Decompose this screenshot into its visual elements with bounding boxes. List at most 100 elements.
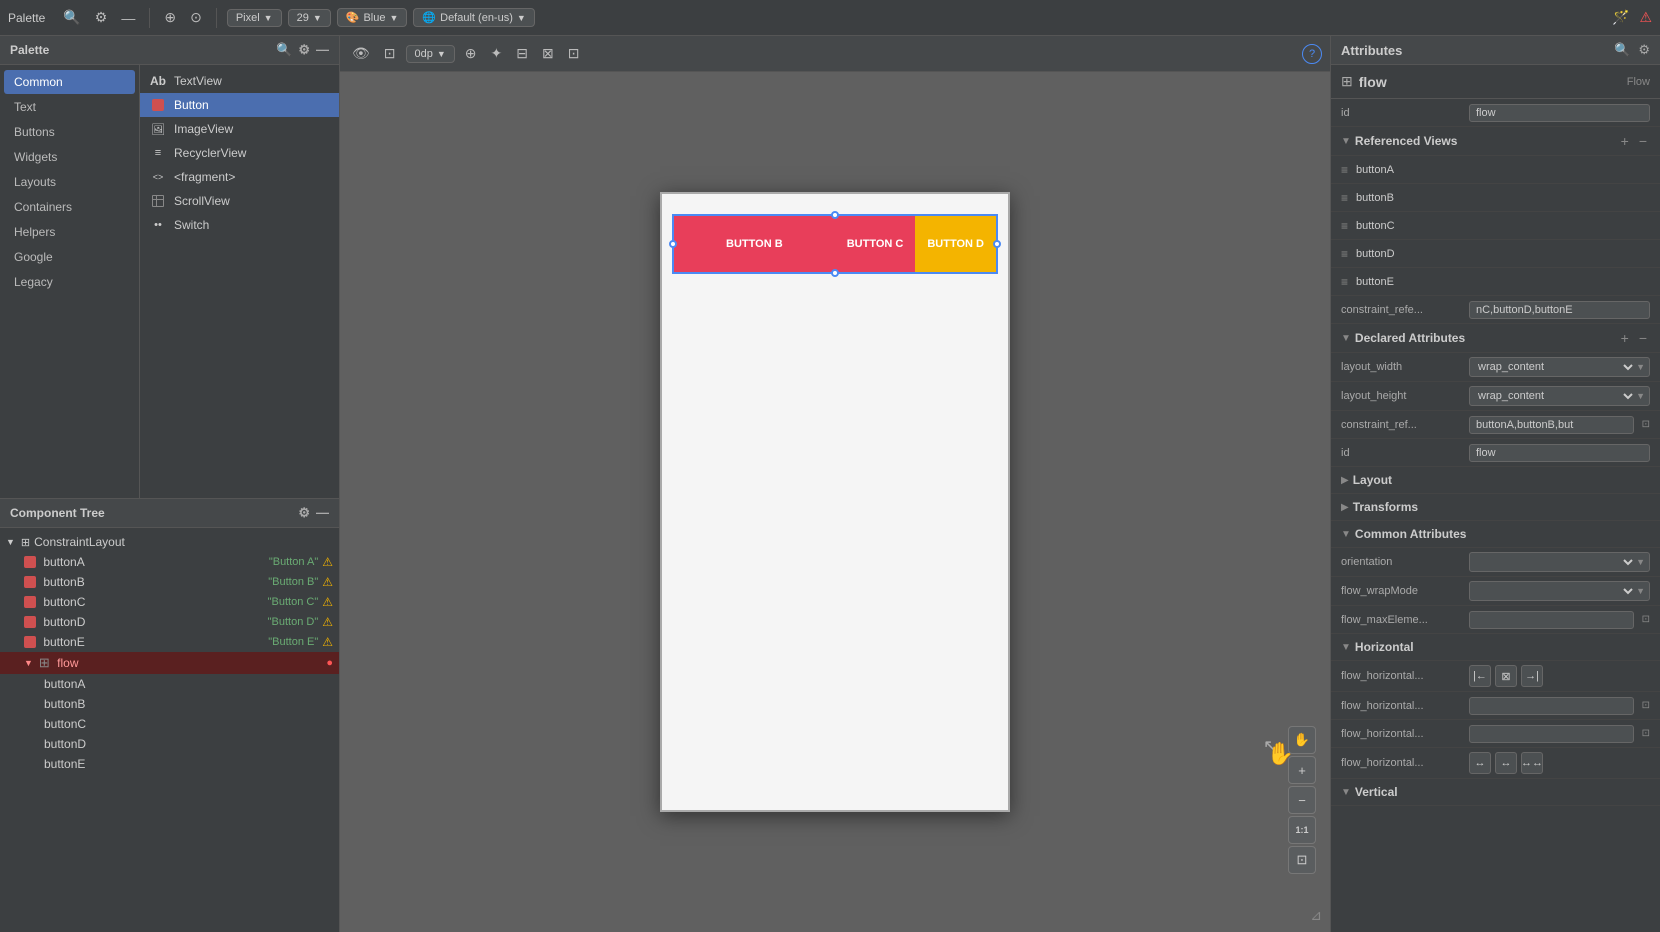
layout-width-select[interactable]: wrap_content match_parent match_constrai…: [1474, 360, 1636, 374]
search-btn[interactable]: 🔍: [59, 7, 84, 28]
canvas-tool2-btn[interactable]: ✦: [487, 43, 507, 64]
minimize-btn[interactable]: —: [117, 8, 139, 28]
common-attrs-section-header[interactable]: ▼ Common Attributes: [1331, 521, 1660, 548]
tree-constraint-layout[interactable]: ▼ ⊞ ConstraintLayout: [0, 532, 339, 552]
canvas-area[interactable]: BUTTON B BUTTON C BUTTON D ✋ + − 1:1 ⊡ ↖…: [340, 72, 1330, 932]
handle-top[interactable]: [831, 211, 839, 219]
tree-buttonD[interactable]: buttonD "Button D" ⚠: [0, 612, 339, 632]
orientation-select[interactable]: horizontal vertical: [1474, 555, 1636, 569]
select-btn[interactable]: ⊙: [186, 7, 206, 28]
layout-height-select-wrapper[interactable]: wrap_content match_parent ▼: [1469, 386, 1650, 406]
tree-flow-buttonC[interactable]: buttonC: [0, 714, 339, 734]
flow-maxeleme-expand[interactable]: ⊡: [1642, 614, 1650, 625]
tree-buttonE[interactable]: buttonE "Button E" ⚠: [0, 632, 339, 652]
canvas-tool5-btn[interactable]: ⊡: [564, 43, 584, 64]
orientation-select-wrapper[interactable]: horizontal vertical ▼: [1469, 552, 1650, 572]
palette-item-textview[interactable]: Ab TextView: [140, 69, 339, 93]
button-d[interactable]: BUTTON D: [915, 216, 996, 272]
category-legacy[interactable]: Legacy: [4, 270, 135, 294]
horiz-chain-packed-btn[interactable]: ↔↔: [1521, 752, 1543, 774]
tree-flow[interactable]: ▼ ⊞ flow ●: [0, 652, 339, 674]
layout-section-header[interactable]: ▶ Layout: [1331, 467, 1660, 494]
flow-wrapmode-select-wrapper[interactable]: none chain aligned ▼: [1469, 581, 1650, 601]
resize-handle[interactable]: ⊿: [1310, 907, 1322, 924]
canvas-tool1-btn[interactable]: ⊕: [461, 43, 481, 64]
decl-constraint-ref-expand[interactable]: ⊡: [1642, 419, 1650, 430]
declared-attrs-header[interactable]: ▼ Declared Attributes + −: [1331, 324, 1660, 353]
attr-id-input[interactable]: [1469, 104, 1650, 122]
tree-flow-buttonD[interactable]: buttonD: [0, 734, 339, 754]
canvas-dp-selector[interactable]: 0dp ▼: [406, 45, 455, 63]
horiz-chain-spread-inside-btn[interactable]: ↔: [1495, 752, 1517, 774]
referenced-views-header[interactable]: ▼ Referenced Views + −: [1331, 127, 1660, 156]
fit-ratio-btn[interactable]: 1:1: [1288, 816, 1316, 844]
canvas-help-btn[interactable]: ?: [1302, 44, 1322, 64]
declared-attrs-add-icon[interactable]: +: [1618, 330, 1632, 346]
handle-right[interactable]: [993, 240, 1001, 248]
flow-horiz-bias-input[interactable]: [1469, 697, 1634, 715]
tree-flow-buttonB[interactable]: buttonB: [0, 694, 339, 714]
category-layouts[interactable]: Layouts: [4, 170, 135, 194]
flow-wrapmode-select[interactable]: none chain aligned: [1474, 584, 1636, 598]
locale-selector[interactable]: 🌐 Default (en-us) ▼: [413, 8, 534, 27]
button-c[interactable]: BUTTON C: [835, 216, 916, 272]
canvas-eye-btn[interactable]: 👁: [348, 43, 374, 64]
category-buttons[interactable]: Buttons: [4, 120, 135, 144]
horiz-chain-spread-btn[interactable]: ↔: [1469, 752, 1491, 774]
category-helpers[interactable]: Helpers: [4, 220, 135, 244]
ref-views-remove-icon[interactable]: −: [1636, 133, 1650, 149]
palette-item-recyclerview[interactable]: ≡ RecyclerView: [140, 141, 339, 165]
layers-btn[interactable]: ⊕: [160, 7, 180, 28]
palette-search-icon[interactable]: 🔍: [276, 42, 292, 58]
decl-id-input[interactable]: [1469, 444, 1650, 462]
category-text[interactable]: Text: [4, 95, 135, 119]
tree-buttonA[interactable]: buttonA "Button A" ⚠: [0, 552, 339, 572]
button-b[interactable]: BUTTON B: [674, 216, 835, 272]
palette-item-button[interactable]: Button: [140, 93, 339, 117]
zoom-selector[interactable]: 29 ▼: [288, 9, 331, 27]
category-common[interactable]: Common: [4, 70, 135, 94]
palette-minimize-icon[interactable]: —: [316, 42, 329, 58]
pixel-selector[interactable]: Pixel ▼: [227, 9, 282, 27]
canvas-blueprint-btn[interactable]: ⊡: [380, 43, 400, 64]
tree-flow-buttonE[interactable]: buttonE: [0, 754, 339, 774]
tree-flow-buttonA[interactable]: buttonA: [0, 674, 339, 694]
tree-settings-icon[interactable]: ⚙: [298, 505, 310, 521]
attributes-search-icon[interactable]: 🔍: [1614, 42, 1630, 58]
settings-btn[interactable]: ⚙: [91, 7, 112, 28]
palette-item-scrollview[interactable]: ScrollView: [140, 189, 339, 213]
canvas-tool4-btn[interactable]: ⊠: [538, 43, 558, 64]
expand-btn[interactable]: ⊡: [1288, 846, 1316, 874]
canvas-tool3-btn[interactable]: ⊟: [512, 43, 532, 64]
ref-views-add-icon[interactable]: +: [1618, 133, 1632, 149]
palette-item-switch[interactable]: •• Switch: [140, 213, 339, 237]
declared-attrs-remove-icon[interactable]: −: [1636, 330, 1650, 346]
layout-height-select[interactable]: wrap_content match_parent: [1474, 389, 1636, 403]
attributes-settings-icon[interactable]: ⚙: [1638, 42, 1650, 58]
palette-item-imageview[interactable]: 🖼 ImageView: [140, 117, 339, 141]
category-widgets[interactable]: Widgets: [4, 145, 135, 169]
flow-horiz-gap-input[interactable]: [1469, 725, 1634, 743]
tree-buttonB[interactable]: buttonB "Button B" ⚠: [0, 572, 339, 592]
category-google[interactable]: Google: [4, 245, 135, 269]
flow-maxeleme-input[interactable]: [1469, 611, 1634, 629]
vertical-section-header[interactable]: ▼ Vertical: [1331, 779, 1660, 806]
palette-item-fragment[interactable]: <> <fragment>: [140, 165, 339, 189]
transforms-section-header[interactable]: ▶ Transforms: [1331, 494, 1660, 521]
flow-horiz-bias-expand[interactable]: ⊡: [1642, 700, 1650, 711]
flow-widget[interactable]: BUTTON B BUTTON C BUTTON D: [672, 214, 998, 274]
handle-bottom[interactable]: [831, 269, 839, 277]
theme-selector[interactable]: 🎨 Blue ▼: [337, 8, 408, 27]
decl-constraint-ref-input[interactable]: [1469, 416, 1634, 434]
horizontal-section-header[interactable]: ▼ Horizontal: [1331, 634, 1660, 661]
category-containers[interactable]: Containers: [4, 195, 135, 219]
layout-width-select-wrapper[interactable]: wrap_content match_parent match_constrai…: [1469, 357, 1650, 377]
tree-minimize-icon[interactable]: —: [316, 505, 329, 521]
flow-horiz-gap-expand[interactable]: ⊡: [1642, 728, 1650, 739]
horiz-align-right-btn[interactable]: →|: [1521, 665, 1543, 687]
zoom-out-btn[interactable]: −: [1288, 786, 1316, 814]
palette-settings-icon[interactable]: ⚙: [298, 42, 310, 58]
handle-left[interactable]: [669, 240, 677, 248]
constraint-ref-input[interactable]: [1469, 301, 1650, 319]
horiz-align-center-btn[interactable]: ⊠: [1495, 665, 1517, 687]
